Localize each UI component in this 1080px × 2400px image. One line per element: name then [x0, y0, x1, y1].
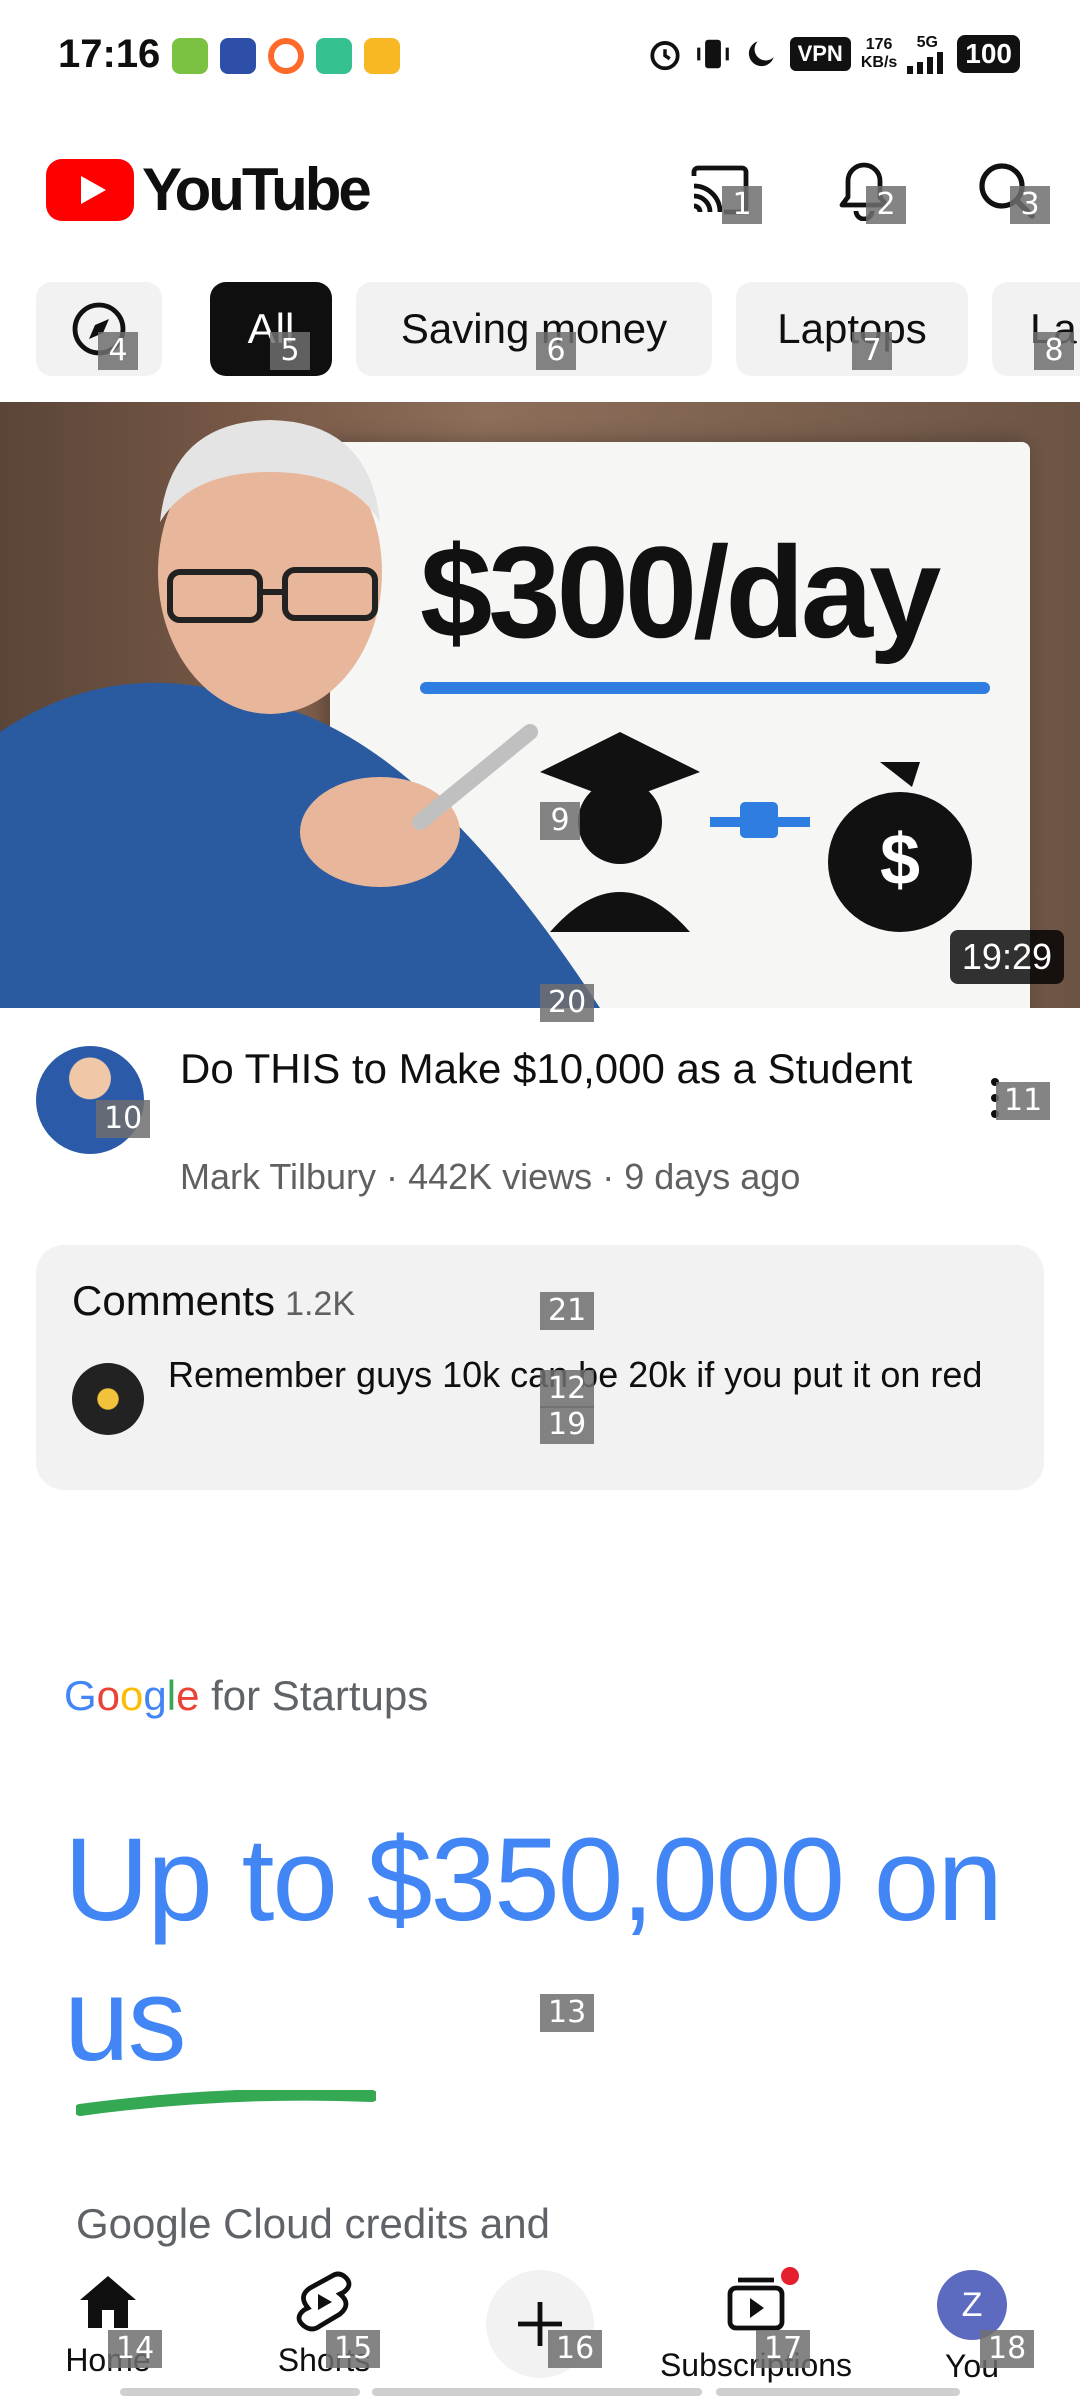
graduate-to-moneybag-graphic: $ — [540, 732, 972, 932]
upload-age: 9 days ago — [624, 1156, 801, 1197]
status-indicators: VPN 176 KB/s 5G 100 — [646, 34, 1020, 74]
mark-label: 3 — [1010, 186, 1050, 224]
shorts-icon — [296, 2271, 352, 2332]
mark-label: 20 — [540, 984, 595, 1022]
app-notification-icon — [220, 38, 256, 74]
gesture-bar — [120, 2388, 360, 2396]
brand-letter: o — [96, 1672, 121, 1719]
separator: · — [602, 1156, 615, 1197]
mark-label: 8 — [1034, 332, 1074, 370]
youtube-wordmark: YouTube — [142, 156, 372, 223]
brand-letter: e — [176, 1672, 200, 1719]
mark-label: 1 — [722, 186, 762, 224]
mark-label: 17 — [756, 2330, 811, 2368]
network-type: 5G — [916, 34, 938, 51]
new-content-dot — [778, 2264, 802, 2288]
mark-label: 21 — [540, 1292, 595, 1330]
brand-letter: l — [166, 1672, 177, 1719]
mark-label: 7 — [852, 332, 892, 370]
video-duration: 19:29 — [949, 930, 1064, 984]
comments-teaser[interactable]: Comments1.2K Remember guys 10k can be 20… — [36, 1245, 1044, 1490]
mark-label: 6 — [536, 332, 576, 370]
mark-label: 2 — [866, 186, 906, 224]
vpn-badge: VPN — [789, 37, 851, 71]
vibrate-icon — [696, 39, 729, 69]
speed-unit: KB/s — [860, 54, 898, 71]
video-title[interactable]: Do THIS to Make $10,000 as a Student — [180, 1044, 940, 1094]
signal-icon — [907, 52, 944, 74]
comments-label: Comments — [72, 1277, 276, 1324]
mark-label: 15 — [326, 2330, 381, 2368]
green-underline-swoosh — [76, 2090, 376, 2116]
mark-label: 5 — [270, 332, 310, 370]
video-thumbnail[interactable]: $300/day $ 19:29 — [0, 402, 1080, 1008]
signal-group: 5G — [907, 34, 947, 74]
status-bar: 17:16 VPN 176 KB/s 5G 100 — [0, 0, 1080, 110]
mark-label: 18 — [980, 2330, 1035, 2368]
video-details: Do THIS to Make $10,000 as a Student Mar… — [0, 1008, 1080, 1208]
moon-icon — [748, 41, 774, 67]
gesture-bar — [372, 2388, 702, 2396]
nav-you[interactable]: Z You — [872, 2270, 1072, 2385]
alarm-icon — [650, 41, 680, 71]
nav-shorts[interactable]: Shorts — [224, 2270, 424, 2379]
separator: · — [386, 1156, 399, 1197]
app-notification-icon — [172, 38, 208, 74]
status-app-icons — [172, 38, 400, 74]
mark-label: 13 — [540, 1994, 595, 2032]
mark-label: 11 — [996, 1082, 1051, 1120]
brand-rest: for Startups — [211, 1672, 429, 1719]
presenter-figure — [0, 420, 600, 1008]
mark-label: 9 — [540, 802, 580, 840]
battery-indicator: 100 — [957, 35, 1020, 73]
view-count: 442K views — [408, 1156, 593, 1197]
mark-label: 12 — [540, 1370, 595, 1408]
svg-text:$: $ — [880, 820, 920, 900]
commenter-avatar — [72, 1363, 144, 1435]
youtube-play-icon — [46, 158, 134, 221]
app-header: YouTube — [0, 130, 1080, 250]
bottom-navigation: Home Shorts Subscriptions Z You — [0, 2250, 1080, 2400]
subscriptions-icon-wrap — [724, 2264, 802, 2339]
ad-copy: Google Cloud credits and — [76, 2200, 550, 2247]
brand-letter: g — [143, 1672, 167, 1719]
app-notification-icon — [364, 38, 400, 74]
app-notification-icon — [316, 38, 352, 74]
speed-value: 176 — [865, 36, 893, 53]
mark-label: 4 — [98, 332, 138, 370]
brand-letter: G — [64, 1672, 97, 1719]
gesture-bar — [716, 2388, 960, 2396]
chip-saving-money[interactable]: Saving money — [356, 282, 712, 376]
video-subtitle: Mark Tilbury · 442K views · 9 days ago — [180, 1156, 800, 1198]
mark-label: 10 — [96, 1100, 151, 1138]
sponsored-ad[interactable]: Google for Startups Up to $350,000 on us… — [0, 1600, 1080, 2260]
youtube-logo[interactable]: YouTube — [46, 155, 372, 224]
comments-count: 1.2K — [285, 1285, 356, 1323]
network-speed: 176 KB/s — [861, 36, 897, 72]
comments-header: Comments 1.2K — [72, 1277, 355, 1325]
brand-letter: o — [120, 1672, 144, 1719]
ad-headline: Up to $350,000 on us — [64, 1814, 1003, 2086]
mark-label: 19 — [540, 1406, 595, 1444]
mark-label: 16 — [548, 2330, 603, 2368]
mark-label: 14 — [108, 2330, 163, 2368]
app-notification-icon — [268, 38, 304, 74]
ad-brand: Google for Startups — [64, 1672, 428, 1720]
channel-name[interactable]: Mark Tilbury — [180, 1156, 376, 1197]
status-time: 17:16 — [58, 32, 161, 76]
home-icon — [80, 2276, 136, 2328]
